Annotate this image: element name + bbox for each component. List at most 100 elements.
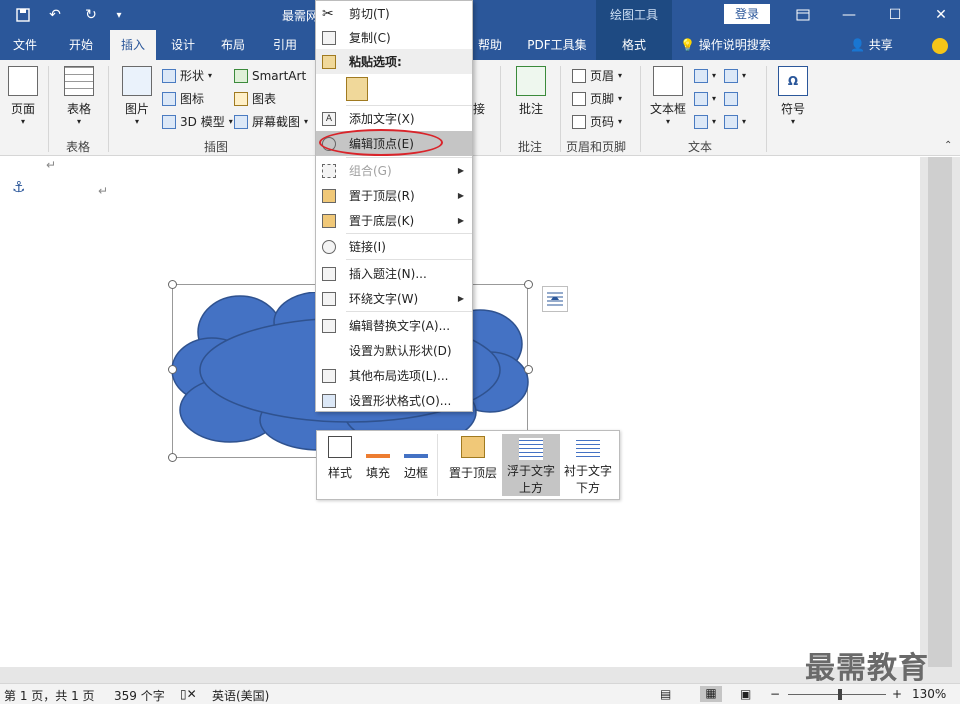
mini-outline-button[interactable]: 边框: [398, 436, 434, 481]
login-button[interactable]: 登录: [724, 4, 770, 24]
menu-item-bring-to-front[interactable]: 置于顶层(R) ▶: [316, 183, 472, 208]
tab-format[interactable]: 格式: [596, 30, 672, 60]
layout-options-button[interactable]: [542, 286, 568, 312]
page-number-label: 页码: [590, 115, 615, 129]
menu-item-insert-caption[interactable]: 插入题注(N)...: [316, 261, 472, 286]
proofing-icon[interactable]: ▯✕: [180, 687, 197, 701]
zoom-level[interactable]: 130%: [912, 687, 946, 701]
resize-handle[interactable]: [168, 365, 177, 374]
chart-button[interactable]: 图表: [234, 89, 276, 109]
language[interactable]: 英语(美国): [212, 687, 269, 704]
menu-item-more-layout-options[interactable]: 其他布局选项(L)...: [316, 363, 472, 388]
picture-icon: [122, 66, 152, 96]
textbox-button[interactable]: 文本框 ▾: [646, 66, 690, 126]
tab-help[interactable]: 帮助: [470, 30, 510, 60]
undo-icon[interactable]: ↶: [44, 5, 66, 25]
resize-handle[interactable]: [168, 280, 177, 289]
paragraph-mark-icon: ↵: [46, 158, 57, 172]
minimize-icon[interactable]: —: [826, 0, 872, 30]
smartart-label: SmartArt: [252, 69, 307, 83]
header-button[interactable]: 页眉 ▾: [572, 66, 622, 86]
mini-bring-front-button[interactable]: 置于顶层: [444, 436, 502, 481]
page-number-button[interactable]: 页码 ▾: [572, 112, 622, 132]
scrollbar-thumb[interactable]: [928, 157, 952, 667]
footer-button[interactable]: 页脚 ▾: [572, 89, 622, 109]
zoom-in-icon[interactable]: +: [892, 687, 902, 701]
tell-me-search[interactable]: 💡 操作说明搜索: [680, 30, 771, 60]
read-mode-icon[interactable]: ▤: [660, 687, 671, 701]
collapse-ribbon-icon[interactable]: ⌃: [944, 140, 952, 151]
mini-behind-label-2: 下方: [575, 481, 600, 495]
tab-references[interactable]: 引用: [262, 30, 308, 60]
paste-keep-format-icon[interactable]: [346, 77, 368, 101]
share-button[interactable]: 👤 共享: [850, 30, 893, 60]
menu-item-link[interactable]: 链接(I): [316, 234, 472, 259]
mini-behind-text-button[interactable]: 衬于文字 下方: [560, 434, 616, 496]
drop-cap-button[interactable]: ▾: [694, 112, 716, 132]
close-icon[interactable]: ✕: [918, 0, 960, 30]
page-button[interactable]: 页面 ▾: [0, 66, 46, 126]
submenu-arrow-icon: ▶: [457, 216, 464, 225]
scissors-icon: ✂: [322, 5, 334, 22]
cube-icon: [162, 115, 176, 129]
table-button[interactable]: 表格 ▾: [56, 66, 102, 126]
paste-icon: [322, 54, 336, 69]
menu-item-cut[interactable]: ✂ 剪切(T): [316, 1, 472, 26]
word-count[interactable]: 359 个字: [114, 687, 165, 704]
tab-file[interactable]: 文件: [0, 30, 50, 60]
web-layout-icon[interactable]: ▣: [740, 687, 751, 701]
tab-design[interactable]: 设计: [160, 30, 206, 60]
customize-quick-access-icon[interactable]: ▾: [108, 5, 130, 25]
wrap-text-icon: [322, 291, 336, 306]
print-layout-icon[interactable]: ▦: [700, 686, 722, 702]
send-to-back-icon: [322, 213, 336, 228]
quick-parts-icon: [694, 69, 708, 83]
object-button[interactable]: ▾: [724, 112, 746, 132]
maximize-icon[interactable]: ☐: [872, 0, 918, 30]
menu-item-edit-alt-text[interactable]: 编辑替换文字(A)...: [316, 313, 472, 338]
smartart-button[interactable]: SmartArt: [234, 66, 306, 86]
screenshot-button[interactable]: 屏幕截图 ▾: [234, 112, 308, 132]
menu-item-set-default-shape[interactable]: 设置为默认形状(D): [316, 338, 472, 363]
title-bar: ↶ ↻ ▾ 最需网 绘图工具 登录 — ☐ ✕: [0, 0, 960, 30]
pen-outline-icon: [404, 436, 428, 458]
shapes-button[interactable]: 形状 ▾: [162, 66, 212, 86]
resize-handle[interactable]: [168, 453, 177, 462]
zoom-slider-track[interactable]: [788, 694, 886, 695]
wordart-button[interactable]: ▾: [694, 89, 716, 109]
picture-button[interactable]: 图片 ▾: [114, 66, 160, 126]
vertical-scrollbar[interactable]: [920, 157, 960, 667]
group-label-illustrations: 插图: [204, 140, 229, 154]
menu-item-add-text[interactable]: A 添加文字(X): [316, 106, 472, 131]
page-count[interactable]: 第 1 页，共 1 页: [4, 687, 95, 704]
mini-in-front-of-text-button[interactable]: 浮于文字 上方: [502, 434, 560, 496]
tab-layout[interactable]: 布局: [210, 30, 256, 60]
feedback-smiley-icon[interactable]: [932, 38, 948, 54]
tab-home[interactable]: 开始: [56, 30, 106, 60]
save-icon[interactable]: [12, 5, 34, 25]
signature-line-button[interactable]: ▾: [724, 66, 746, 86]
icons-button[interactable]: 图标: [162, 89, 204, 109]
symbol-button[interactable]: Ω 符号 ▾: [770, 66, 816, 126]
resize-handle[interactable]: [524, 365, 533, 374]
mini-fill-button[interactable]: 填充: [360, 436, 396, 481]
menu-item-copy[interactable]: 复制(C): [316, 25, 472, 50]
drawing-tools-header: 绘图工具: [596, 0, 672, 30]
resize-handle[interactable]: [524, 280, 533, 289]
comment-button[interactable]: 批注: [508, 66, 554, 117]
menu-item-send-to-back[interactable]: 置于底层(K) ▶: [316, 208, 472, 233]
menu-paste-options-header: 粘贴选项:: [316, 49, 472, 74]
tab-pdf-tools[interactable]: PDF工具集: [520, 30, 594, 60]
zoom-out-icon[interactable]: −: [770, 687, 780, 701]
tab-insert[interactable]: 插入: [110, 30, 156, 60]
layout-options-icon: [547, 292, 563, 306]
ribbon-display-options-icon[interactable]: [780, 0, 826, 30]
zoom-slider-thumb[interactable]: [838, 689, 842, 700]
3d-models-button[interactable]: 3D 模型 ▾: [162, 112, 233, 132]
quick-parts-button[interactable]: ▾: [694, 66, 716, 86]
redo-icon[interactable]: ↻: [80, 5, 102, 25]
date-time-button[interactable]: [724, 89, 738, 109]
menu-item-wrap-text[interactable]: 环绕文字(W) ▶: [316, 286, 472, 311]
mini-style-button[interactable]: 样式: [322, 436, 358, 481]
menu-item-format-shape[interactable]: 设置形状格式(O)...: [316, 388, 472, 413]
